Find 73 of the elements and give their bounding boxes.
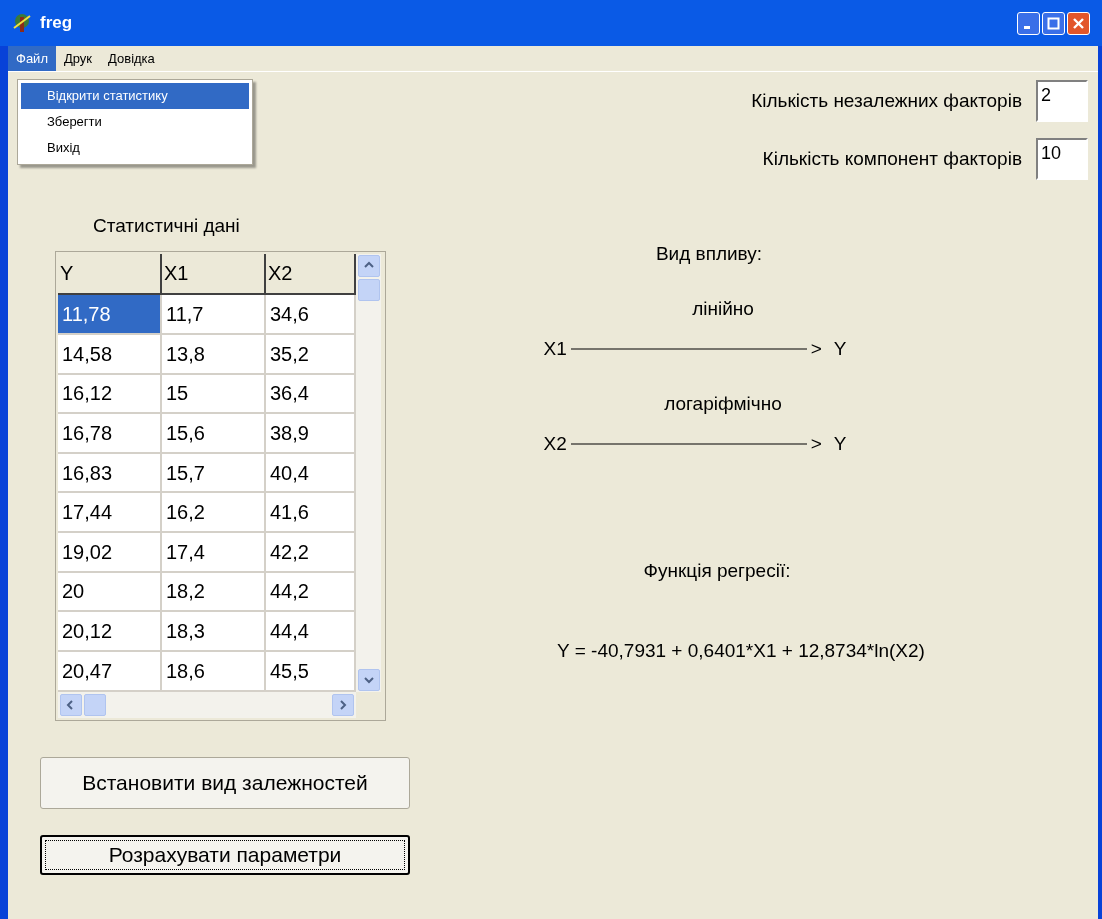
factor-label: X1 xyxy=(543,337,567,361)
menu-item[interactable]: Друк xyxy=(55,46,101,71)
target-label: Y xyxy=(833,432,847,456)
table-cell: 16,78 xyxy=(58,414,162,454)
vertical-scrollbar[interactable] xyxy=(356,253,381,692)
column-header[interactable]: X2 xyxy=(266,253,356,296)
table-cell: 40,4 xyxy=(266,453,356,494)
table-cell: 13,8 xyxy=(162,335,266,375)
number-field[interactable]: 2 xyxy=(1036,80,1088,122)
table-cell: 14,58 xyxy=(58,335,162,375)
arrow-head: > xyxy=(810,337,822,361)
table-cell: 11,7 xyxy=(162,295,266,336)
menu-item[interactable]: Файл xyxy=(8,46,56,71)
close-button[interactable] xyxy=(1067,11,1090,35)
close-icon xyxy=(1072,16,1085,30)
table-cell: 16,83 xyxy=(58,453,162,494)
minimize-icon xyxy=(1024,25,1030,29)
app-logo-icon xyxy=(12,12,32,34)
factor-label: X2 xyxy=(543,432,567,456)
column-header[interactable]: Y xyxy=(58,253,162,296)
dropdown-item[interactable]: Вихід xyxy=(21,135,249,161)
table-cell: 41,6 xyxy=(266,493,356,534)
field-label: Кількість компонент факторів xyxy=(762,146,1022,171)
table-cell: 15,6 xyxy=(162,414,266,454)
target-label: Y xyxy=(833,337,847,361)
scroll-right-button[interactable] xyxy=(332,693,354,716)
arrow-head: > xyxy=(810,432,822,456)
table-cell: 42,2 xyxy=(266,533,356,573)
table-cell: 16,2 xyxy=(162,493,266,534)
horizontal-scrollbar[interactable] xyxy=(58,691,356,718)
regression-title: Функція регресії: xyxy=(643,558,791,583)
max-button[interactable] xyxy=(1042,11,1065,35)
column-header[interactable]: X1 xyxy=(162,253,266,296)
scroll-thumb[interactable] xyxy=(357,278,380,301)
table-cell: 20,47 xyxy=(58,651,162,692)
table-cell: 17,4 xyxy=(162,533,266,573)
table-cell: 44,2 xyxy=(266,572,356,613)
scroll-up-button[interactable] xyxy=(357,254,380,277)
table-cell: 36,4 xyxy=(266,374,356,415)
influence-type: лінійно xyxy=(692,296,754,321)
table-cell: 16,12 xyxy=(58,374,162,415)
table-cell: 34,6 xyxy=(266,295,356,336)
table-cell: 44,4 xyxy=(266,612,356,652)
table-cell: 35,2 xyxy=(266,335,356,375)
maximize-icon xyxy=(1047,16,1060,30)
table-cell: 38,9 xyxy=(266,414,356,454)
table-cell: 45,5 xyxy=(266,651,356,692)
regression-formula: Y = -40,7931 + 0,6401*X1 + 12,8734*ln(X2) xyxy=(557,639,925,663)
table-cell: 15,7 xyxy=(162,453,266,494)
action-button[interactable]: Встановити вид залежностей xyxy=(40,756,410,809)
table-cell: 11,78 xyxy=(58,295,162,336)
table-cell: 17,44 xyxy=(58,493,162,534)
table-cell: 18,2 xyxy=(162,572,266,613)
window-title: freg xyxy=(40,12,73,35)
dropdown-item[interactable]: Відкрити статистику xyxy=(21,83,249,109)
table-cell: 15 xyxy=(162,374,266,415)
scroll-thumb[interactable] xyxy=(84,693,106,716)
number-field[interactable]: 10 xyxy=(1036,138,1088,180)
min-button[interactable] xyxy=(1017,11,1040,35)
table-cell: 18,6 xyxy=(162,651,266,692)
scroll-left-button[interactable] xyxy=(60,693,82,716)
table-cell: 18,3 xyxy=(162,612,266,652)
influence-type: логаріфмічно xyxy=(664,391,782,416)
scroll-down-button[interactable] xyxy=(357,668,380,691)
action-button[interactable]: Розрахувати параметри xyxy=(40,834,410,875)
table-cell: 20 xyxy=(58,572,162,613)
field-label: Кількість незалежних факторів xyxy=(751,88,1022,113)
table-title: Статистичні дані xyxy=(93,214,241,238)
influence-title: Вид впливу: xyxy=(655,242,763,266)
table-cell: 20,12 xyxy=(58,612,162,652)
menu-item[interactable]: Довідка xyxy=(100,46,163,71)
dropdown-item[interactable]: Зберегти xyxy=(21,109,249,135)
table-cell: 19,02 xyxy=(58,533,162,573)
